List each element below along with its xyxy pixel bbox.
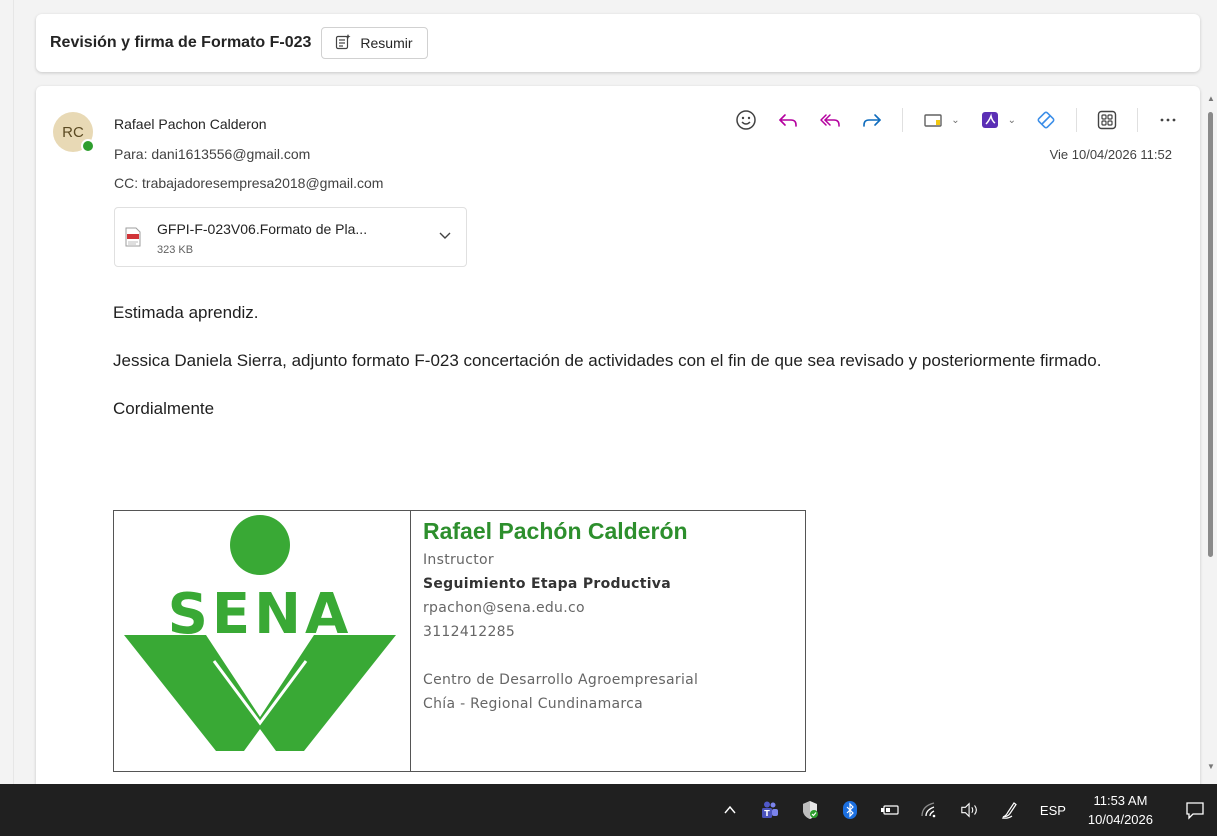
show-hidden-icons-icon[interactable]: [720, 800, 740, 820]
signature-phone: 3112412285: [423, 624, 516, 640]
scrollbar-thumb[interactable]: [1208, 112, 1213, 557]
greeting: Estimada aprendiz.: [113, 303, 259, 322]
svg-text:T: T: [764, 809, 770, 818]
cc-line: CC: trabajadoresempresa2018@gmail.com: [114, 175, 383, 191]
closing: Cordialmente: [113, 399, 215, 418]
clock-time: 11:53 AM: [1093, 793, 1148, 808]
attachment-card[interactable]: GFPI-F-023V06.Formato de Pla... 323 KB: [114, 207, 467, 267]
message-toolbar: ⌄ ⌄: [734, 106, 1180, 134]
subject-title: Revisión y firma de Formato F-023: [50, 34, 312, 51]
avatar-initials: RC: [62, 123, 84, 141]
presence-available-icon: [81, 139, 95, 153]
summarize-label: Resumir: [360, 35, 413, 51]
chevron-down-icon[interactable]: [438, 228, 452, 247]
reply-all-icon[interactable]: [818, 108, 842, 132]
teams-icon[interactable]: T: [760, 800, 780, 820]
toolbar-divider: [1076, 108, 1077, 132]
mark-icon: [921, 108, 945, 132]
sena-logo: SENA: [114, 511, 411, 771]
avatar[interactable]: RC: [53, 112, 95, 153]
reply-icon[interactable]: [776, 108, 800, 132]
signature-department: Seguimiento Etapa Productiva: [423, 576, 671, 592]
vertical-scrollbar[interactable]: ▲ ▼: [1205, 90, 1215, 775]
to-recipient[interactable]: dani1613556@gmail.com: [151, 146, 310, 162]
grid-icon[interactable]: [1095, 108, 1119, 132]
summarize-button[interactable]: Resumir: [321, 27, 428, 59]
attachment-name: GFPI-F-023V06.Formato de Pla...: [157, 221, 368, 237]
cc-label: CC:: [114, 175, 139, 191]
signature-region: Chía - Regional Cundinamarca: [423, 696, 644, 712]
pdf-menu[interactable]: ⌄: [978, 108, 1016, 132]
clock-date: 10/04/2026: [1087, 812, 1153, 827]
clock[interactable]: 11:53 AM 10/04/2026: [1088, 791, 1153, 829]
chevron-down-icon: ⌄: [951, 114, 960, 126]
taskbar: T ESP 11:53 AM 10/04/2026: [0, 784, 1217, 836]
emoji-icon[interactable]: [734, 108, 758, 132]
pdf-icon: [978, 108, 1002, 132]
to-line: Para: dani1613556@gmail.com: [114, 146, 310, 162]
signature-role: Instructor: [423, 552, 494, 568]
subject-header: Revisión y firma de Formato F-023 Resumi…: [36, 14, 1200, 72]
more-icon[interactable]: [1156, 108, 1180, 132]
signature-center: Centro de Desarrollo Agroempresarial: [423, 672, 699, 688]
notifications-icon[interactable]: [1185, 800, 1205, 820]
signature-email[interactable]: rpachon@sena.edu.co: [423, 596, 698, 620]
wifi-icon[interactable]: [920, 800, 940, 820]
signature-details: Rafael Pachón Calderón Instructor Seguim…: [411, 511, 698, 771]
toolbar-divider: [902, 108, 904, 132]
to-label: Para:: [114, 146, 148, 162]
toolbar-divider: [1137, 108, 1138, 132]
body-paragraph: Jessica Daniela Sierra, adjunto formato …: [113, 351, 1102, 370]
pdf-file-icon: [125, 227, 141, 252]
message-date: Vie 10/04/2026 11:52: [1049, 147, 1172, 162]
message-card: RC Rafael Pachon Calderon Para: dani1613…: [36, 86, 1200, 806]
attachment-size: 323 KB: [157, 244, 194, 256]
system-tray: T ESP 11:53 AM 10/04/2026: [720, 791, 1205, 829]
scroll-up-icon[interactable]: ▲: [1207, 94, 1215, 103]
left-pane-edge: [0, 0, 14, 784]
pen-menu-icon[interactable]: [1000, 800, 1020, 820]
language-indicator[interactable]: ESP: [1040, 803, 1066, 818]
email-signature: SENA Rafael Pachón Calderón Instructor S…: [113, 510, 806, 772]
battery-icon[interactable]: [880, 800, 900, 820]
chevron-down-icon: ⌄: [1007, 114, 1016, 126]
forward-icon[interactable]: [860, 108, 884, 132]
message-body: Estimada aprendiz. Jessica Daniela Sierr…: [113, 300, 1123, 444]
bluetooth-icon[interactable]: [840, 800, 860, 820]
cc-recipient[interactable]: trabajadoresempresa2018@gmail.com: [142, 175, 383, 191]
sender-name[interactable]: Rafael Pachon Calderon: [114, 116, 267, 132]
signature-name: Rafael Pachón Calderón: [423, 518, 688, 544]
apps-icon[interactable]: [1034, 108, 1058, 132]
scroll-down-icon[interactable]: ▼: [1207, 762, 1215, 771]
security-shield-icon[interactable]: [800, 800, 820, 820]
volume-icon[interactable]: [960, 800, 980, 820]
mark-menu[interactable]: ⌄: [921, 108, 960, 132]
summarize-icon: [334, 33, 352, 54]
